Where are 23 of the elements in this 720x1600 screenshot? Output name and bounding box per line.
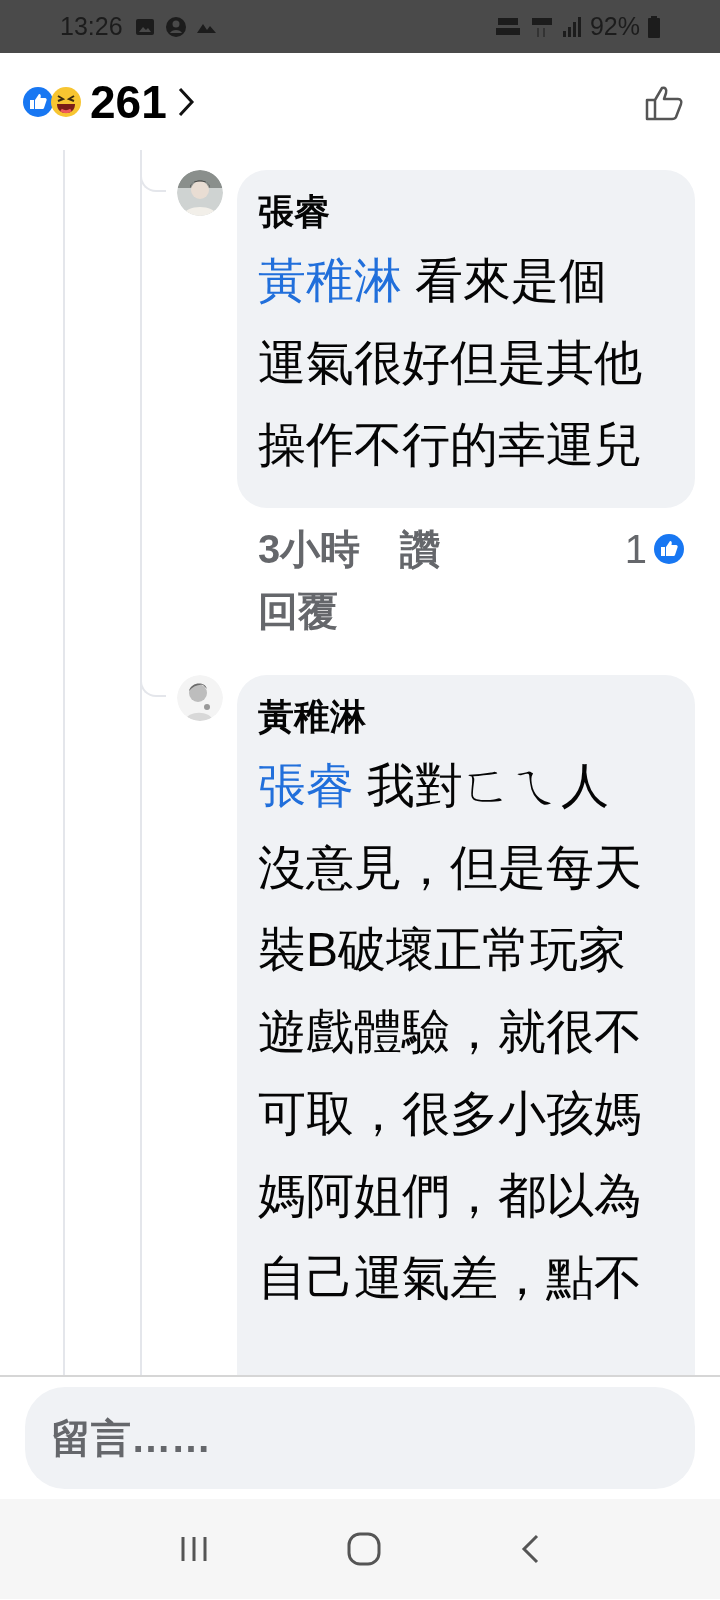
comment-text: 黃稚淋 看來是個運氣很好但是其他操作不行的幸運兒 xyxy=(258,253,643,473)
recent-apps-icon[interactable] xyxy=(179,1535,209,1563)
account-icon xyxy=(164,15,187,38)
like-count: 1 xyxy=(624,526,647,573)
like-reaction-icon xyxy=(653,533,685,565)
mention-link[interactable]: 黃稚淋 xyxy=(258,254,402,307)
battery-icon xyxy=(648,15,660,38)
chevron-right-icon[interactable] xyxy=(176,85,195,118)
reply-link[interactable]: 回覆 xyxy=(258,580,338,642)
comment-text: 張睿 我對ㄈㄟ人沒意見，但是每天裝B破壞正常玩家遊戲體驗，就很不可取，很多小孩媽媽阿姐們，都以為自己運氣差，點不 xyxy=(258,758,643,1306)
like-link[interactable]: 讚 xyxy=(400,519,441,579)
comment-author[interactable]: 黃稚淋 xyxy=(258,689,366,745)
like-reaction-icon xyxy=(22,85,54,118)
laughing-emoji-icon xyxy=(50,85,82,118)
comment-time: 3小時 xyxy=(258,526,361,573)
home-icon[interactable] xyxy=(347,1532,381,1566)
image-icon xyxy=(134,16,155,37)
comment-field[interactable]: 留言…… xyxy=(25,1387,695,1489)
reaction-count[interactable]: 261 xyxy=(90,78,167,125)
mention-link[interactable]: 張睿 xyxy=(258,759,354,812)
comment-author[interactable]: 張睿 xyxy=(258,184,330,240)
back-icon[interactable] xyxy=(519,1533,541,1565)
signal-icon xyxy=(561,15,582,38)
